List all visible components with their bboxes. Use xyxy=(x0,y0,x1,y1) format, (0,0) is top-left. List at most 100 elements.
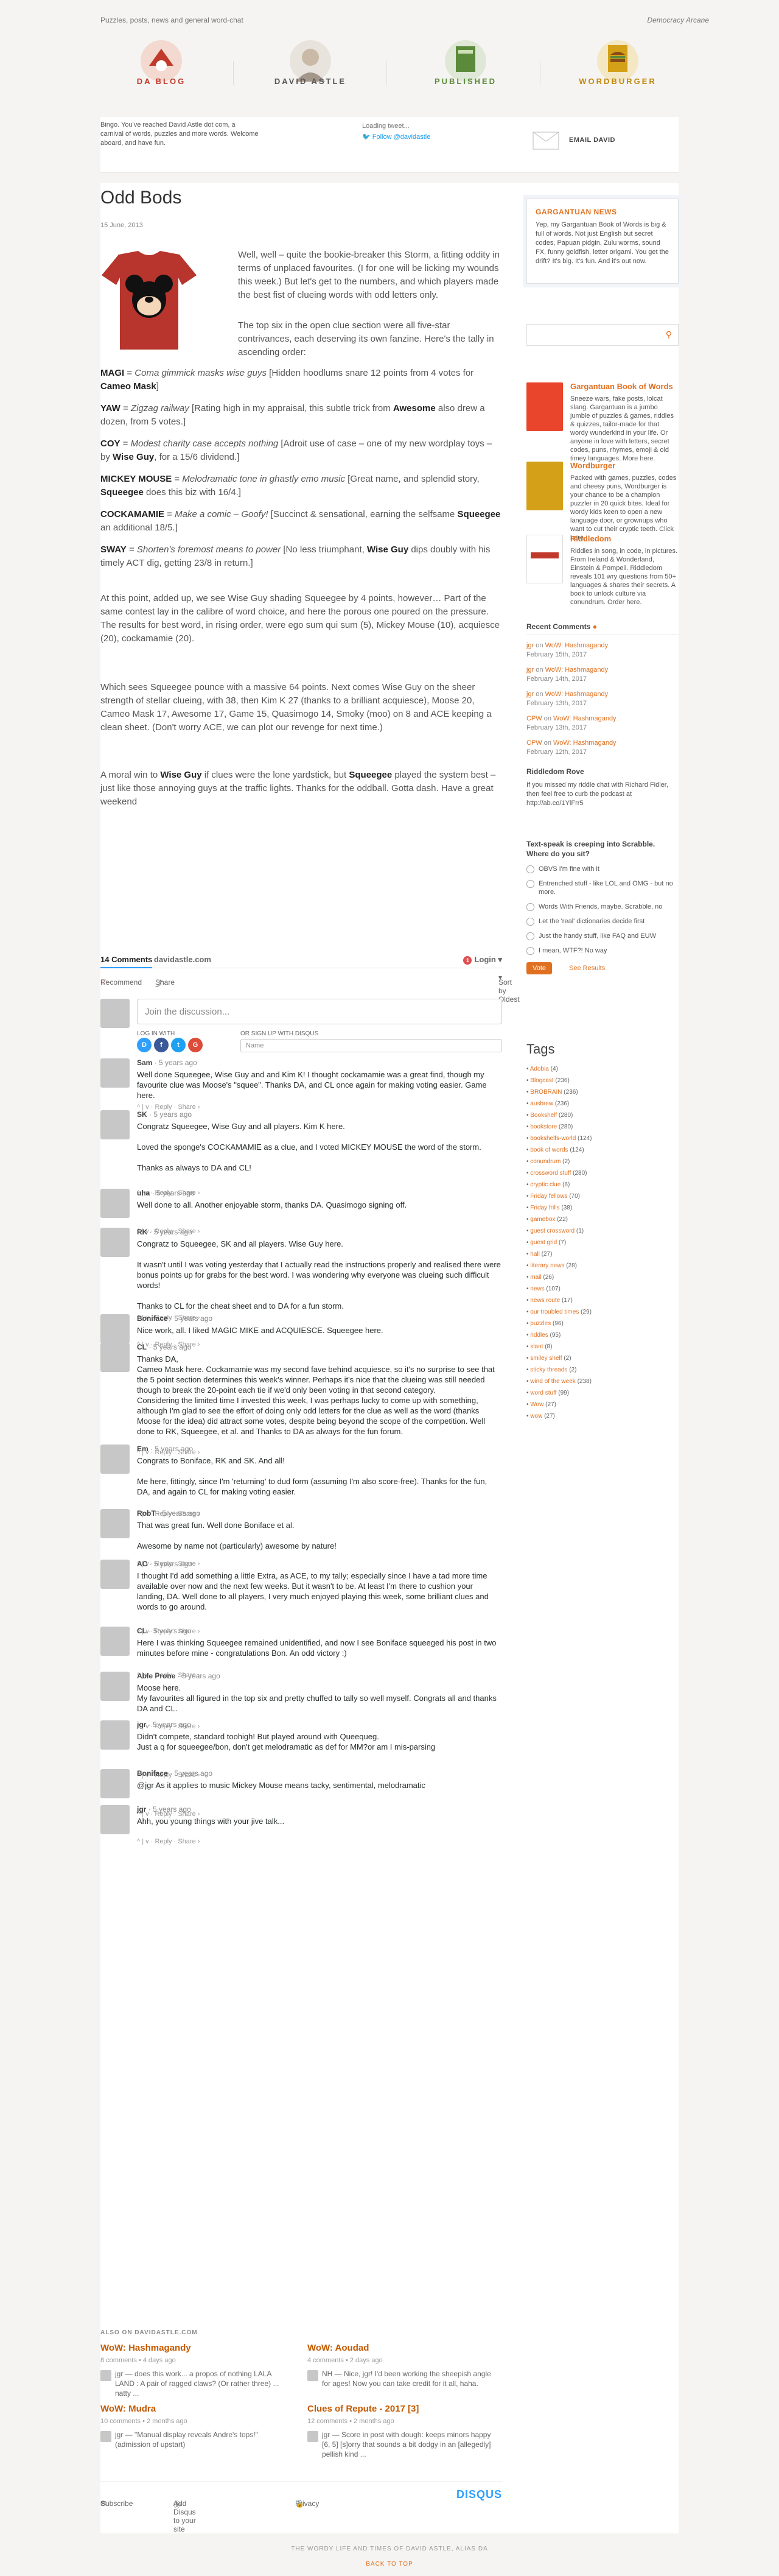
tag-link[interactable]: wind of the week xyxy=(530,1378,576,1385)
tag-item[interactable]: • mail (26) xyxy=(526,1272,679,1283)
comment-time[interactable]: · 5 years ago xyxy=(150,1560,192,1568)
tag-item[interactable]: • sticky threads (2) xyxy=(526,1364,679,1376)
tag-link[interactable]: Wow xyxy=(530,1401,543,1408)
nav-david-astle[interactable]: DAVID ASTLE xyxy=(256,37,365,104)
tag-item[interactable]: • bookshelfs-world (124) xyxy=(526,1133,679,1144)
avatar[interactable] xyxy=(100,1769,130,1798)
nav-da-blog[interactable]: DA BLOG xyxy=(107,37,216,104)
tag-link[interactable]: bookshelfs-world xyxy=(530,1135,576,1142)
recent-comment[interactable]: jgr on WoW: Hashmagandy February 13th, 20… xyxy=(526,690,679,708)
tag-item[interactable]: • wind of the week (238) xyxy=(526,1376,679,1387)
site-credit[interactable]: Democracy Arcane xyxy=(647,16,709,24)
comment-author[interactable]: RobT xyxy=(137,1509,156,1518)
rove-text[interactable]: If you missed my riddle chat with Richar… xyxy=(526,781,679,808)
recent-comment[interactable]: jgr on WoW: Hashmagandy February 15th, 20… xyxy=(526,641,679,660)
comment-time[interactable]: · 5 years ago xyxy=(178,1672,220,1680)
tag-item[interactable]: • Friday fellows (70) xyxy=(526,1191,679,1202)
tag-item[interactable]: • news route (17) xyxy=(526,1295,679,1306)
avatar[interactable] xyxy=(100,1720,130,1750)
poll-option[interactable]: Let the 'real' dictionaries decide first xyxy=(526,917,679,926)
comment-author[interactable]: uha xyxy=(137,1189,150,1197)
tag-item[interactable]: • puzzles (96) xyxy=(526,1318,679,1329)
book-wordburger[interactable]: Wordburger Packed with games, puzzles, c… xyxy=(526,462,679,541)
comment-time[interactable]: · 5 years ago xyxy=(148,1805,191,1814)
avatar[interactable] xyxy=(100,1627,130,1656)
recent-comment[interactable]: jgr on WoW: Hashmagandy February 14th, 20… xyxy=(526,666,679,684)
tag-item[interactable]: • riddles (95) xyxy=(526,1329,679,1341)
google-icon[interactable]: G xyxy=(188,1038,203,1052)
comment-time[interactable]: · 5 years ago xyxy=(158,1509,200,1518)
comment-author[interactable]: Boniface xyxy=(137,1314,168,1323)
tag-link[interactable]: sticky threads xyxy=(530,1367,567,1373)
tag-link[interactable]: riddles xyxy=(530,1332,548,1339)
book-riddledom[interactable]: Riddledom Riddles in song, in code, in p… xyxy=(526,535,679,606)
vote-button[interactable]: Vote xyxy=(526,962,553,974)
poll-option[interactable]: Words With Friends, maybe. Scrabble, no xyxy=(526,903,679,911)
name-input[interactable]: Name xyxy=(240,1039,502,1052)
tag-item[interactable]: • BROBRAIN (236) xyxy=(526,1086,679,1098)
tag-item[interactable]: • hall (27) xyxy=(526,1248,679,1260)
tag-link[interactable]: smiley shelf xyxy=(530,1355,562,1362)
tag-item[interactable]: • literary news (28) xyxy=(526,1260,679,1272)
rc-post[interactable]: WoW: Hashmagandy xyxy=(553,739,617,747)
tag-link[interactable]: wow xyxy=(530,1413,542,1420)
downvote-icon[interactable]: v xyxy=(145,1838,149,1845)
comment-time[interactable]: · 5 years ago xyxy=(155,1058,197,1067)
disqus-logo[interactable]: DISQUS xyxy=(456,2488,502,2501)
email-david[interactable]: EMAIL DAVID xyxy=(533,128,654,155)
sort-dropdown[interactable]: Sort by Oldest ▾ xyxy=(498,973,520,1004)
comment-time[interactable]: · 5 years ago xyxy=(148,1720,191,1729)
tag-item[interactable]: • Blogcast (236) xyxy=(526,1075,679,1086)
comment-input[interactable]: Join the discussion... xyxy=(137,999,502,1024)
poll-option[interactable]: Just the handy stuff, like FAQ and EUW xyxy=(526,932,679,940)
tag-link[interactable]: hall xyxy=(530,1251,540,1258)
tag-link[interactable]: news route xyxy=(530,1297,560,1304)
tag-item[interactable]: • slant (8) xyxy=(526,1341,679,1353)
tag-link[interactable]: news xyxy=(530,1286,544,1292)
nav-published[interactable]: PUBLISHED xyxy=(411,37,520,104)
comment-time[interactable]: · 5 years ago xyxy=(148,1343,191,1351)
comment-author[interactable]: CL xyxy=(137,1343,147,1351)
also-card[interactable]: WoW: Mudra 10 comments • 2 months ago jgr … xyxy=(100,2404,289,2449)
avatar[interactable] xyxy=(100,1560,130,1589)
tag-link[interactable]: BROBRAIN xyxy=(530,1089,562,1096)
comment-time[interactable]: · 5 years ago xyxy=(150,1228,192,1236)
comment-count-tab[interactable]: 14 Comments xyxy=(100,955,153,968)
comment-author[interactable]: CL xyxy=(137,1627,147,1635)
avatar[interactable] xyxy=(100,1509,130,1538)
comment-time[interactable]: · 5 years ago xyxy=(149,1110,192,1119)
twitter-icon[interactable]: t xyxy=(171,1038,186,1052)
facebook-icon[interactable]: f xyxy=(154,1038,169,1052)
also-card[interactable]: WoW: Hashmagandy 8 comments • 4 days ago j… xyxy=(100,2343,289,2398)
upvote-icon[interactable]: ^ xyxy=(137,1838,140,1845)
tag-item[interactable]: • Bookshelf (280) xyxy=(526,1110,679,1121)
tag-link[interactable]: our troubled times xyxy=(530,1309,579,1315)
avatar[interactable] xyxy=(100,1343,130,1372)
tag-item[interactable]: • Adobia (4) xyxy=(526,1063,679,1075)
comment-author[interactable]: AC xyxy=(137,1560,147,1568)
comment-author[interactable]: Able Prone xyxy=(137,1672,175,1680)
tag-link[interactable]: word stuff xyxy=(530,1390,556,1396)
tag-item[interactable]: • crossword stuff (280) xyxy=(526,1167,679,1179)
avatar[interactable] xyxy=(100,1110,130,1139)
rc-post[interactable]: WoW: Hashmagandy xyxy=(545,666,609,674)
rc-author[interactable]: CPW xyxy=(526,715,542,722)
rc-post[interactable]: WoW: Hashmagandy xyxy=(553,715,617,722)
search-icon[interactable]: ⚲ xyxy=(666,330,672,339)
comment-time[interactable]: · 5 years ago xyxy=(148,1627,191,1635)
comment-author[interactable]: SK xyxy=(137,1110,147,1119)
tag-link[interactable]: crossword stuff xyxy=(530,1170,571,1177)
search-box[interactable]: ⚲ xyxy=(526,324,679,346)
tag-link[interactable]: cryptic clue xyxy=(530,1181,561,1188)
avatar[interactable] xyxy=(100,1672,130,1701)
comment-time[interactable]: · 5 years ago xyxy=(152,1189,195,1197)
rc-author[interactable]: CPW xyxy=(526,739,542,747)
tag-item[interactable]: • cryptic clue (6) xyxy=(526,1179,679,1191)
avatar[interactable] xyxy=(100,1314,130,1343)
tag-link[interactable]: slant xyxy=(530,1343,543,1350)
tag-item[interactable]: • book of words (124) xyxy=(526,1144,679,1156)
rc-post[interactable]: WoW: Hashmagandy xyxy=(545,642,609,649)
see-results-link[interactable]: See Results xyxy=(569,965,605,972)
tag-link[interactable]: ausbrew xyxy=(530,1100,553,1107)
rc-post[interactable]: WoW: Hashmagandy xyxy=(545,691,609,698)
